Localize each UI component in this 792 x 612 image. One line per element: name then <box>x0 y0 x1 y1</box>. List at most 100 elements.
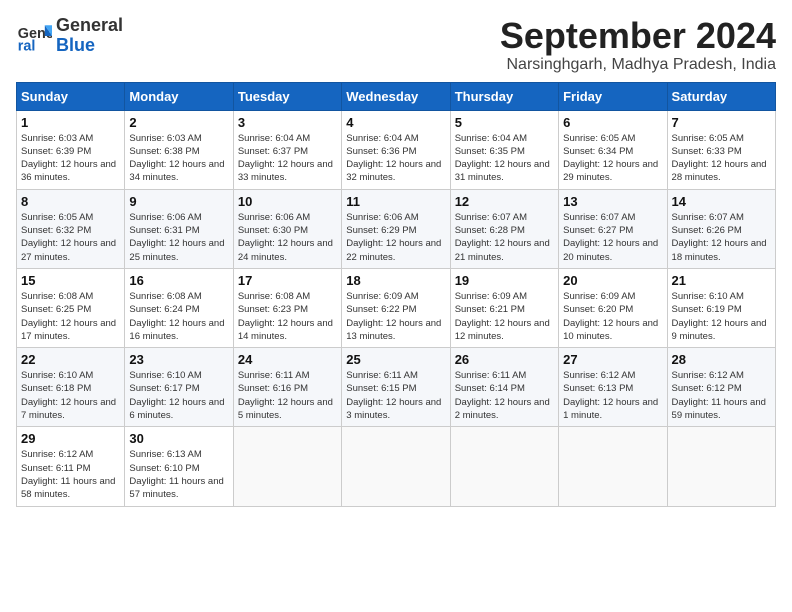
col-header-sunday: Sunday <box>17 82 125 110</box>
day-info: Sunrise: 6:08 AM Sunset: 6:25 PM Dayligh… <box>21 290 120 343</box>
calendar-week-5: 29 Sunrise: 6:12 AM Sunset: 6:11 PM Dayl… <box>17 427 776 506</box>
page-header: Gene ral General Blue September 2024 Nar… <box>16 16 776 74</box>
calendar-week-3: 15 Sunrise: 6:08 AM Sunset: 6:25 PM Dayl… <box>17 268 776 347</box>
calendar-cell <box>559 427 667 506</box>
day-info: Sunrise: 6:06 AM Sunset: 6:31 PM Dayligh… <box>129 211 228 264</box>
calendar-cell <box>342 427 450 506</box>
day-info: Sunrise: 6:09 AM Sunset: 6:22 PM Dayligh… <box>346 290 445 343</box>
day-number: 16 <box>129 273 228 288</box>
calendar-cell <box>450 427 558 506</box>
title-block: September 2024 Narsinghgarh, Madhya Prad… <box>500 16 776 74</box>
day-number: 15 <box>21 273 120 288</box>
calendar-cell: 25 Sunrise: 6:11 AM Sunset: 6:15 PM Dayl… <box>342 348 450 427</box>
day-info: Sunrise: 6:05 AM Sunset: 6:34 PM Dayligh… <box>563 132 662 185</box>
calendar-cell: 2 Sunrise: 6:03 AM Sunset: 6:38 PM Dayli… <box>125 110 233 189</box>
calendar-cell: 28 Sunrise: 6:12 AM Sunset: 6:12 PM Dayl… <box>667 348 775 427</box>
day-number: 14 <box>672 194 771 209</box>
calendar-cell: 20 Sunrise: 6:09 AM Sunset: 6:20 PM Dayl… <box>559 268 667 347</box>
calendar-header: SundayMondayTuesdayWednesdayThursdayFrid… <box>17 82 776 110</box>
day-info: Sunrise: 6:08 AM Sunset: 6:23 PM Dayligh… <box>238 290 337 343</box>
col-header-tuesday: Tuesday <box>233 82 341 110</box>
day-info: Sunrise: 6:07 AM Sunset: 6:26 PM Dayligh… <box>672 211 771 264</box>
calendar-cell: 16 Sunrise: 6:08 AM Sunset: 6:24 PM Dayl… <box>125 268 233 347</box>
day-info: Sunrise: 6:13 AM Sunset: 6:10 PM Dayligh… <box>129 448 228 501</box>
calendar-cell: 9 Sunrise: 6:06 AM Sunset: 6:31 PM Dayli… <box>125 189 233 268</box>
calendar-cell: 24 Sunrise: 6:11 AM Sunset: 6:16 PM Dayl… <box>233 348 341 427</box>
day-info: Sunrise: 6:11 AM Sunset: 6:14 PM Dayligh… <box>455 369 554 422</box>
calendar-cell: 14 Sunrise: 6:07 AM Sunset: 6:26 PM Dayl… <box>667 189 775 268</box>
day-number: 1 <box>21 115 120 130</box>
logo-text: General Blue <box>56 16 123 56</box>
calendar-cell: 8 Sunrise: 6:05 AM Sunset: 6:32 PM Dayli… <box>17 189 125 268</box>
col-header-friday: Friday <box>559 82 667 110</box>
day-number: 21 <box>672 273 771 288</box>
day-info: Sunrise: 6:04 AM Sunset: 6:35 PM Dayligh… <box>455 132 554 185</box>
day-info: Sunrise: 6:03 AM Sunset: 6:38 PM Dayligh… <box>129 132 228 185</box>
location-subtitle: Narsinghgarh, Madhya Pradesh, India <box>500 56 776 74</box>
day-info: Sunrise: 6:11 AM Sunset: 6:16 PM Dayligh… <box>238 369 337 422</box>
calendar-cell: 19 Sunrise: 6:09 AM Sunset: 6:21 PM Dayl… <box>450 268 558 347</box>
day-number: 7 <box>672 115 771 130</box>
day-info: Sunrise: 6:10 AM Sunset: 6:19 PM Dayligh… <box>672 290 771 343</box>
calendar-cell: 13 Sunrise: 6:07 AM Sunset: 6:27 PM Dayl… <box>559 189 667 268</box>
calendar-week-1: 1 Sunrise: 6:03 AM Sunset: 6:39 PM Dayli… <box>17 110 776 189</box>
day-number: 27 <box>563 352 662 367</box>
day-info: Sunrise: 6:04 AM Sunset: 6:36 PM Dayligh… <box>346 132 445 185</box>
month-year-title: September 2024 <box>500 16 776 56</box>
day-info: Sunrise: 6:10 AM Sunset: 6:17 PM Dayligh… <box>129 369 228 422</box>
calendar-cell: 18 Sunrise: 6:09 AM Sunset: 6:22 PM Dayl… <box>342 268 450 347</box>
day-number: 28 <box>672 352 771 367</box>
calendar-cell: 10 Sunrise: 6:06 AM Sunset: 6:30 PM Dayl… <box>233 189 341 268</box>
day-number: 19 <box>455 273 554 288</box>
day-number: 17 <box>238 273 337 288</box>
calendar-cell: 3 Sunrise: 6:04 AM Sunset: 6:37 PM Dayli… <box>233 110 341 189</box>
calendar-table: SundayMondayTuesdayWednesdayThursdayFrid… <box>16 82 776 507</box>
day-info: Sunrise: 6:09 AM Sunset: 6:20 PM Dayligh… <box>563 290 662 343</box>
day-info: Sunrise: 6:09 AM Sunset: 6:21 PM Dayligh… <box>455 290 554 343</box>
day-number: 23 <box>129 352 228 367</box>
calendar-cell: 21 Sunrise: 6:10 AM Sunset: 6:19 PM Dayl… <box>667 268 775 347</box>
calendar-cell: 29 Sunrise: 6:12 AM Sunset: 6:11 PM Dayl… <box>17 427 125 506</box>
day-info: Sunrise: 6:11 AM Sunset: 6:15 PM Dayligh… <box>346 369 445 422</box>
col-header-thursday: Thursday <box>450 82 558 110</box>
day-info: Sunrise: 6:05 AM Sunset: 6:32 PM Dayligh… <box>21 211 120 264</box>
day-info: Sunrise: 6:06 AM Sunset: 6:29 PM Dayligh… <box>346 211 445 264</box>
calendar-body: 1 Sunrise: 6:03 AM Sunset: 6:39 PM Dayli… <box>17 110 776 506</box>
day-number: 18 <box>346 273 445 288</box>
day-info: Sunrise: 6:07 AM Sunset: 6:28 PM Dayligh… <box>455 211 554 264</box>
calendar-cell <box>667 427 775 506</box>
calendar-cell <box>233 427 341 506</box>
day-info: Sunrise: 6:10 AM Sunset: 6:18 PM Dayligh… <box>21 369 120 422</box>
day-number: 26 <box>455 352 554 367</box>
col-header-saturday: Saturday <box>667 82 775 110</box>
calendar-cell: 7 Sunrise: 6:05 AM Sunset: 6:33 PM Dayli… <box>667 110 775 189</box>
day-number: 13 <box>563 194 662 209</box>
day-info: Sunrise: 6:07 AM Sunset: 6:27 PM Dayligh… <box>563 211 662 264</box>
calendar-cell: 23 Sunrise: 6:10 AM Sunset: 6:17 PM Dayl… <box>125 348 233 427</box>
day-number: 25 <box>346 352 445 367</box>
calendar-cell: 4 Sunrise: 6:04 AM Sunset: 6:36 PM Dayli… <box>342 110 450 189</box>
day-number: 20 <box>563 273 662 288</box>
calendar-cell: 5 Sunrise: 6:04 AM Sunset: 6:35 PM Dayli… <box>450 110 558 189</box>
calendar-cell: 6 Sunrise: 6:05 AM Sunset: 6:34 PM Dayli… <box>559 110 667 189</box>
day-number: 30 <box>129 431 228 446</box>
calendar-cell: 1 Sunrise: 6:03 AM Sunset: 6:39 PM Dayli… <box>17 110 125 189</box>
day-number: 22 <box>21 352 120 367</box>
calendar-cell: 11 Sunrise: 6:06 AM Sunset: 6:29 PM Dayl… <box>342 189 450 268</box>
day-info: Sunrise: 6:12 AM Sunset: 6:13 PM Dayligh… <box>563 369 662 422</box>
day-number: 2 <box>129 115 228 130</box>
calendar-cell: 22 Sunrise: 6:10 AM Sunset: 6:18 PM Dayl… <box>17 348 125 427</box>
day-number: 12 <box>455 194 554 209</box>
day-number: 29 <box>21 431 120 446</box>
day-number: 11 <box>346 194 445 209</box>
calendar-week-2: 8 Sunrise: 6:05 AM Sunset: 6:32 PM Dayli… <box>17 189 776 268</box>
calendar-cell: 15 Sunrise: 6:08 AM Sunset: 6:25 PM Dayl… <box>17 268 125 347</box>
day-info: Sunrise: 6:12 AM Sunset: 6:12 PM Dayligh… <box>672 369 771 422</box>
day-number: 6 <box>563 115 662 130</box>
day-number: 24 <box>238 352 337 367</box>
logo: Gene ral General Blue <box>16 16 123 56</box>
day-number: 4 <box>346 115 445 130</box>
day-info: Sunrise: 6:08 AM Sunset: 6:24 PM Dayligh… <box>129 290 228 343</box>
day-info: Sunrise: 6:04 AM Sunset: 6:37 PM Dayligh… <box>238 132 337 185</box>
day-info: Sunrise: 6:03 AM Sunset: 6:39 PM Dayligh… <box>21 132 120 185</box>
